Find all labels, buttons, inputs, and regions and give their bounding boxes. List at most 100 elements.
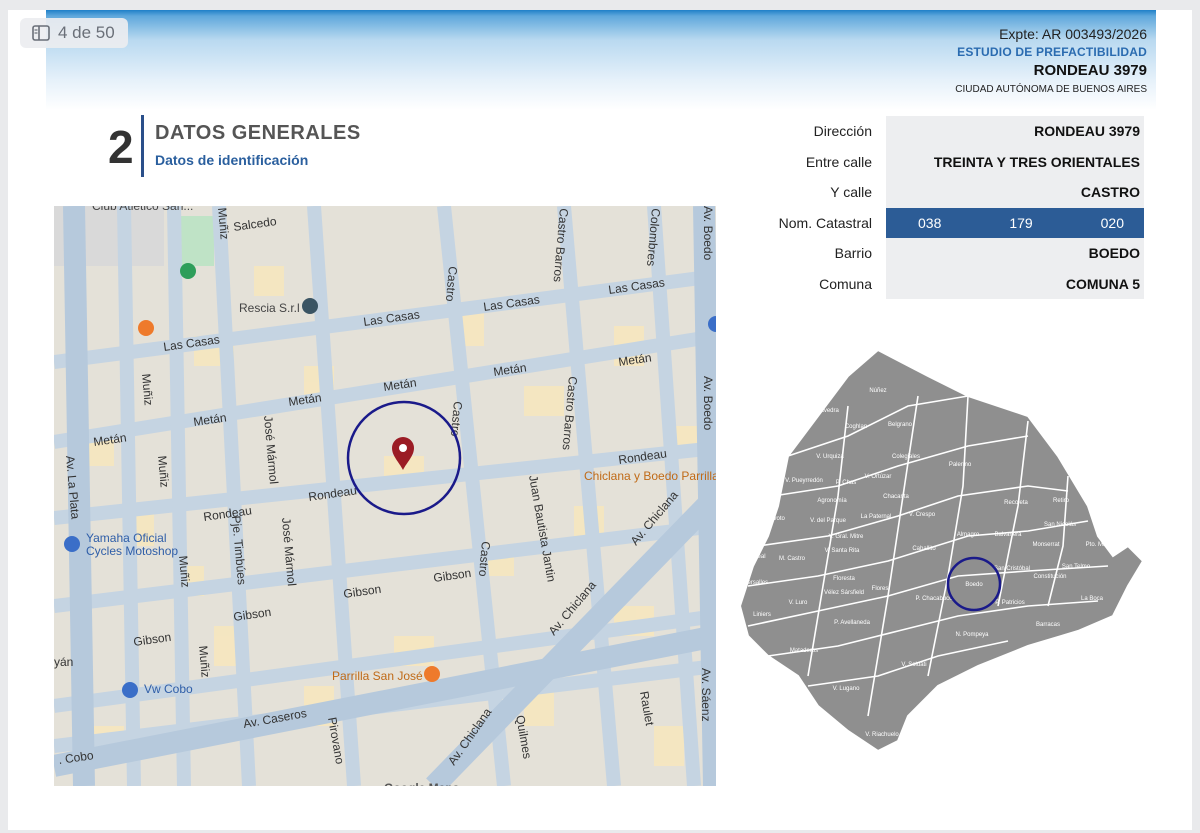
- svg-text:Parrilla San José: Parrilla San José: [332, 669, 423, 683]
- svg-text:yán: yán: [54, 655, 73, 669]
- svg-text:Muñiz: Muñiz: [139, 373, 156, 406]
- svg-text:Muñiz: Muñiz: [176, 555, 193, 588]
- document-header: Expte: AR 003493/2026 ESTUDIO DE PREFACT…: [955, 26, 1147, 95]
- svg-text:Belgrano: Belgrano: [888, 422, 913, 428]
- svg-text:San Nicolás: San Nicolás: [1044, 522, 1076, 528]
- street-map-canvas: Salcedo Las Casas Las Casas Las Casas La…: [54, 206, 716, 786]
- label-direccion: Dirección: [813, 123, 872, 140]
- svg-text:V. Soldati: V. Soldati: [901, 662, 926, 668]
- svg-text:Coghlan: Coghlan: [845, 424, 867, 430]
- value-y-calle: CASTRO: [886, 177, 1144, 208]
- svg-text:Balvanera: Balvanera: [994, 532, 1022, 538]
- row-y-calle: Y calle CASTRO: [768, 177, 1144, 208]
- svg-text:Pto. Madero: Pto. Madero: [1086, 542, 1119, 548]
- page-counter-text: 4 de 50: [58, 23, 115, 42]
- svg-text:Palermo: Palermo: [949, 462, 972, 468]
- svg-text:V. del Parque: V. del Parque: [810, 518, 846, 524]
- svg-text:V. Gral. Mitre: V. Gral. Mitre: [829, 534, 864, 540]
- label-nom-catastral: Nom. Catastral: [778, 214, 872, 231]
- svg-text:Av. Boedo: Av. Boedo: [701, 206, 715, 261]
- section-divider: [141, 115, 144, 177]
- svg-text:V. Luro: V. Luro: [789, 600, 808, 606]
- label-comuna: Comuna: [819, 275, 872, 292]
- shop-poi-icon: [64, 536, 80, 552]
- expediente-number: Expte: AR 003493/2026: [999, 26, 1147, 42]
- svg-text:Almagro: Almagro: [957, 532, 980, 538]
- catastral-manzana: 020: [1100, 214, 1124, 231]
- restaurant-poi-icon: [424, 666, 440, 682]
- svg-text:Flores: Flores: [872, 586, 889, 592]
- barrios-map: Núñez Saavedra Coghlan Belgrano V. Urqui…: [728, 346, 1168, 766]
- value-entre-calle: TREINTA Y TRES ORIENTALES: [886, 146, 1144, 177]
- svg-text:Vélez Sársfield: Vélez Sársfield: [824, 590, 864, 596]
- buenos-aires-outline: [738, 348, 1145, 753]
- value-direccion: RONDEAU 3979: [886, 116, 1144, 147]
- svg-text:Floresta: Floresta: [833, 576, 855, 582]
- restaurant-poi-icon: [138, 320, 154, 336]
- catastral-seccion: 179: [1009, 214, 1033, 231]
- svg-text:N. Pompeya: N. Pompeya: [955, 632, 989, 638]
- section-subtitle: Datos de identificación: [155, 152, 309, 168]
- section-number: 2: [108, 121, 134, 173]
- sidebar-panel-icon: [32, 25, 50, 41]
- identification-table: Dirección RONDEAU 3979 Entre calle TREIN…: [768, 116, 1144, 299]
- section-title: DATOS GENERALES: [155, 122, 361, 144]
- svg-text:V. Devoto: V. Devoto: [759, 516, 785, 522]
- row-direccion: Dirección RONDEAU 3979: [768, 116, 1144, 147]
- row-barrio: Barrio BOEDO: [768, 238, 1144, 269]
- svg-text:Vw Cobo: Vw Cobo: [144, 682, 193, 696]
- svg-text:Yamaha Oficial: Yamaha Oficial: [86, 531, 166, 545]
- svg-text:Chacarita: Chacarita: [883, 494, 909, 500]
- svg-text:Recoleta: Recoleta: [1004, 500, 1028, 506]
- svg-text:Agronomía: Agronomía: [817, 498, 847, 504]
- svg-text:Club Atlético San...: Club Atlético San...: [92, 206, 193, 213]
- svg-text:Av. Sáenz: Av. Sáenz: [699, 668, 713, 722]
- value-nom-catastral: 038 179 020: [886, 207, 1144, 238]
- svg-text:Google Maps: Google Maps: [384, 781, 460, 786]
- svg-text:V. Ortúzar: V. Ortúzar: [865, 474, 892, 480]
- svg-text:Chiclana y Boedo Parrilla: Chiclana y Boedo Parrilla: [584, 469, 716, 483]
- svg-text:Cycles Motoshop: Cycles Motoshop: [86, 544, 178, 558]
- header-city: CIUDAD AUTÓNOMA DE BUENOS AIRES: [955, 84, 1147, 95]
- svg-text:Caballito: Caballito: [912, 546, 936, 552]
- svg-text:San Telmo: San Telmo: [1062, 564, 1091, 570]
- svg-text:San Cristóbal: San Cristóbal: [994, 566, 1030, 572]
- svg-text:V. Pueyrredón: V. Pueyrredón: [785, 478, 823, 484]
- svg-text:Liniers: Liniers: [753, 612, 771, 618]
- row-nom-catastral: Nom. Catastral 038 179 020: [768, 207, 1144, 238]
- svg-text:V. Riachuelo: V. Riachuelo: [865, 732, 899, 738]
- svg-text:V. Real: V. Real: [746, 554, 765, 560]
- label-barrio: Barrio: [834, 245, 872, 262]
- value-barrio: BOEDO: [886, 238, 1144, 269]
- label-entre-calle: Entre calle: [805, 153, 872, 170]
- row-entre-calle: Entre calle TREINTA Y TRES ORIENTALES: [768, 146, 1144, 177]
- svg-text:Núñez: Núñez: [869, 388, 886, 394]
- catastral-circunscripcion: 038: [918, 214, 942, 231]
- svg-text:Retiro: Retiro: [1053, 498, 1070, 504]
- street-map[interactable]: Salcedo Las Casas Las Casas Las Casas La…: [54, 206, 716, 786]
- page-counter[interactable]: 4 de 50: [20, 18, 128, 48]
- svg-text:Barracas: Barracas: [1036, 622, 1060, 628]
- svg-text:Colegiales: Colegiales: [892, 454, 920, 460]
- svg-text:La Boca: La Boca: [1081, 596, 1104, 602]
- svg-text:Mataderos: Mataderos: [790, 648, 818, 654]
- svg-text:Muñiz: Muñiz: [215, 207, 232, 240]
- shop-poi-icon: [122, 682, 138, 698]
- svg-text:P. Chacabuco: P. Chacabuco: [916, 596, 954, 602]
- header-address: RONDEAU 3979: [1033, 62, 1147, 79]
- svg-text:P. Patricios: P. Patricios: [995, 600, 1025, 606]
- svg-text:V. Urquiza: V. Urquiza: [816, 454, 844, 460]
- park-poi-icon: [180, 263, 196, 279]
- business-poi-icon: [302, 298, 318, 314]
- svg-text:Av. Boedo: Av. Boedo: [701, 376, 715, 431]
- svg-text:La Paternal: La Paternal: [861, 514, 892, 520]
- svg-text:P. Avellaneda: P. Avellaneda: [834, 620, 870, 626]
- svg-text:Boedo: Boedo: [965, 582, 983, 588]
- svg-text:V. Santa Rita: V. Santa Rita: [825, 548, 860, 554]
- svg-text:V. Lugano: V. Lugano: [833, 686, 860, 692]
- svg-text:Versalles: Versalles: [744, 580, 768, 586]
- svg-text:Saavedra: Saavedra: [813, 408, 839, 414]
- row-comuna: Comuna COMUNA 5: [768, 268, 1144, 299]
- svg-text:Muñiz: Muñiz: [196, 645, 213, 678]
- svg-text:Muñiz: Muñiz: [155, 455, 172, 488]
